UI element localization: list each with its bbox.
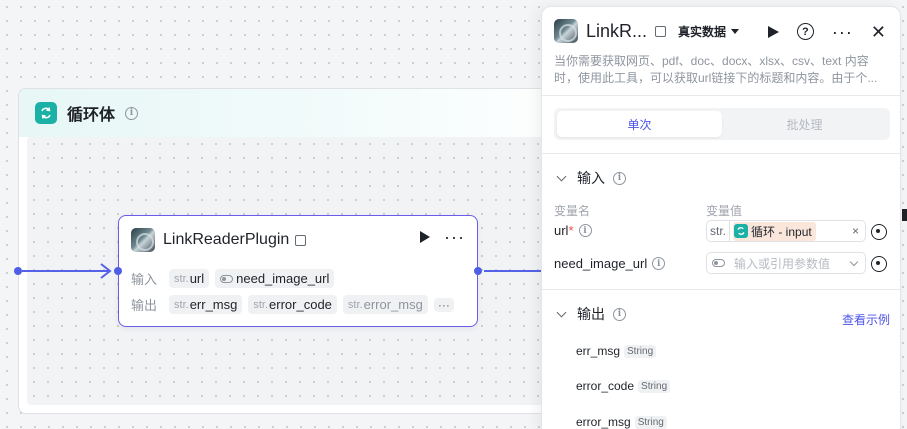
output-section-header[interactable]: 输出 i	[556, 304, 626, 324]
tab-single[interactable]: 单次	[557, 111, 722, 137]
node-title: LinkReaderPlugin	[163, 231, 290, 248]
edge-plugin-to-end	[484, 270, 541, 272]
plugin-badge-icon	[295, 234, 307, 246]
type-badge: String	[634, 415, 667, 429]
panel-description: 当你需要获取网页、pdf、doc、docx、xlsx、csv、text 内容时，…	[554, 54, 878, 85]
loop-icon	[734, 224, 749, 238]
tag-name: error_msg	[363, 297, 423, 312]
help-icon[interactable]: ?	[796, 23, 814, 40]
section-title: 输出	[577, 306, 605, 322]
more-outputs-button[interactable]: ···	[433, 297, 454, 312]
type-badge: String	[624, 344, 657, 358]
output-item: err_msg String	[576, 344, 657, 358]
plugin-avatar-icon	[554, 19, 578, 43]
output-label: 输出	[131, 298, 158, 313]
output-tag-error-msg: str. error_msg	[342, 295, 428, 314]
var-row-url: url* i	[554, 223, 592, 238]
type-prefix: str.	[253, 298, 269, 311]
data-mode-label: 真实数据	[678, 24, 727, 39]
node-input-port[interactable]	[114, 267, 122, 275]
var-label: url	[554, 223, 569, 238]
view-example-link[interactable]: 查看示例	[842, 311, 890, 328]
tag-name: url	[189, 271, 205, 286]
loop-inner-start-port[interactable]	[14, 267, 22, 275]
variable-picker-icon[interactable]	[871, 224, 887, 240]
var-row-need-image-url: need_image_url i	[554, 256, 666, 271]
reference-chip[interactable]: 循环 - input	[733, 221, 816, 241]
output-item: error_code String	[576, 379, 671, 393]
chevron-down-icon	[556, 307, 567, 317]
tag-name: error_code	[269, 297, 332, 312]
need-image-value-input[interactable]: 输入或引用参数值	[706, 252, 866, 274]
loop-icon	[35, 102, 57, 124]
type-prefix: str.	[174, 272, 189, 285]
tab-batch[interactable]: 批处理	[722, 111, 887, 137]
output-tag-err-msg: str. err_msg	[169, 295, 243, 314]
info-icon[interactable]: i	[125, 106, 139, 120]
divider	[542, 153, 900, 154]
divider	[542, 95, 900, 96]
reference-label: 循环 - input	[751, 224, 812, 239]
node-output-row: 输出 str. err_msg str. error_code str. error_…	[131, 295, 454, 314]
value-type[interactable]: str.	[707, 221, 731, 241]
info-icon[interactable]: i	[578, 224, 592, 237]
node-output-port[interactable]	[474, 267, 482, 275]
tag-name: need_image_url	[236, 271, 330, 286]
output-name: error_code	[576, 379, 635, 393]
info-icon[interactable]: i	[652, 257, 666, 270]
input-section-header[interactable]: 输入 i	[556, 168, 626, 188]
input-label: 输入	[131, 272, 158, 287]
loop-header: 循环体 i	[19, 89, 577, 137]
url-value-input[interactable]: str. 循环 - input ×	[706, 220, 866, 242]
col-header-value: 变量值	[706, 204, 743, 218]
chevron-down-icon	[556, 171, 567, 181]
output-name: error_msg	[576, 415, 631, 429]
chevron-down-icon[interactable]	[849, 257, 859, 266]
divider	[542, 289, 900, 290]
panel-title: LinkR...	[586, 20, 648, 41]
loop-title: 循环体	[67, 107, 116, 124]
run-play-icon[interactable]	[767, 25, 779, 38]
col-header-name: 变量名	[554, 204, 591, 218]
panel-more-icon[interactable]: ···	[832, 23, 853, 41]
output-name: err_msg	[576, 344, 621, 358]
node-more-icon[interactable]: ···	[444, 228, 465, 246]
run-node-play-icon[interactable]	[420, 231, 431, 243]
run-mode-tabs: 单次 批处理	[554, 108, 890, 140]
plugin-badge-icon	[655, 25, 667, 37]
canvas-edge-marker	[902, 209, 907, 221]
close-icon[interactable]: ✕	[871, 23, 886, 41]
node-input-row: 输入 str. url need_image_url	[131, 269, 335, 288]
edge-start-to-plugin	[22, 270, 110, 272]
input-tag-need-image-url: need_image_url	[215, 269, 335, 288]
clear-icon[interactable]: ×	[852, 224, 859, 238]
plugin-node[interactable]: LinkReaderPlugin ··· 输入 str. url need_ima…	[114, 215, 482, 327]
tag-name: err_msg	[189, 297, 238, 312]
input-tag-url: str. url	[169, 269, 210, 288]
required-mark: *	[568, 223, 574, 238]
section-title: 输入	[577, 170, 605, 186]
type-prefix: str.	[174, 298, 189, 311]
type-badge: String	[638, 379, 671, 393]
node-detail-panel: LinkR... 真实数据 ? ··· ✕ 当你需要获取网页、pdf、doc、d…	[541, 6, 901, 429]
var-label: need_image_url	[554, 256, 648, 271]
boolean-toggle-icon	[220, 274, 234, 283]
output-item: error_msg String	[576, 415, 667, 429]
boolean-toggle-icon[interactable]	[712, 259, 725, 267]
edge-arrow-icon	[100, 263, 112, 279]
output-tag-error-code: str. error_code	[248, 295, 337, 314]
info-icon[interactable]: i	[613, 171, 626, 185]
info-icon[interactable]: i	[613, 307, 626, 321]
variable-picker-icon[interactable]	[871, 256, 887, 272]
data-mode-select[interactable]: 真实数据	[678, 23, 740, 40]
caret-down-icon	[731, 28, 740, 34]
type-prefix: str.	[347, 298, 363, 311]
placeholder-text: 输入或引用参数值	[734, 256, 831, 271]
plugin-avatar-icon	[131, 228, 155, 252]
